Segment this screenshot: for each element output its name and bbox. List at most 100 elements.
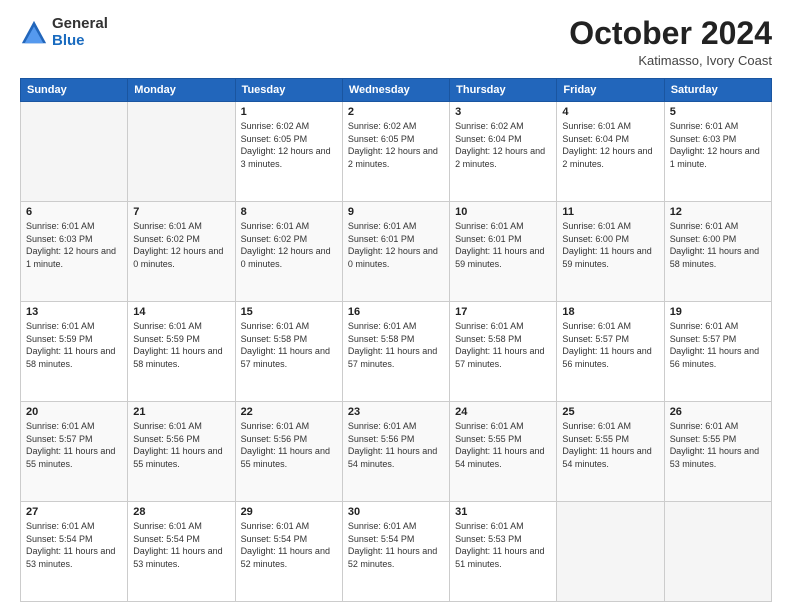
calendar-week-row: 20 Sunrise: 6:01 AM Sunset: 5:57 PM Dayli… <box>21 402 772 502</box>
day-info: Sunrise: 6:01 AM Sunset: 5:58 PM Dayligh… <box>241 320 337 370</box>
table-row: 8 Sunrise: 6:01 AM Sunset: 6:02 PM Daylig… <box>235 202 342 302</box>
day-info: Sunrise: 6:01 AM Sunset: 5:57 PM Dayligh… <box>670 320 766 370</box>
table-row: 11 Sunrise: 6:01 AM Sunset: 6:00 PM Dayli… <box>557 202 664 302</box>
location-subtitle: Katimasso, Ivory Coast <box>569 53 772 68</box>
table-row: 5 Sunrise: 6:01 AM Sunset: 6:03 PM Daylig… <box>664 102 771 202</box>
col-sunday: Sunday <box>21 79 128 102</box>
day-number: 8 <box>241 206 337 218</box>
day-number: 1 <box>241 106 337 118</box>
col-friday: Friday <box>557 79 664 102</box>
day-info: Sunrise: 6:01 AM Sunset: 5:55 PM Dayligh… <box>455 420 551 470</box>
calendar-header-row: Sunday Monday Tuesday Wednesday Thursday… <box>21 79 772 102</box>
logo-blue: Blue <box>52 33 108 50</box>
day-number: 28 <box>133 506 229 518</box>
day-number: 20 <box>26 406 122 418</box>
day-info: Sunrise: 6:01 AM Sunset: 6:02 PM Dayligh… <box>241 220 337 270</box>
logo-text: General Blue <box>52 16 108 49</box>
table-row: 12 Sunrise: 6:01 AM Sunset: 6:00 PM Dayli… <box>664 202 771 302</box>
day-number: 6 <box>26 206 122 218</box>
day-info: Sunrise: 6:01 AM Sunset: 6:01 PM Dayligh… <box>455 220 551 270</box>
table-row: 25 Sunrise: 6:01 AM Sunset: 5:55 PM Dayli… <box>557 402 664 502</box>
day-number: 30 <box>348 506 444 518</box>
day-info: Sunrise: 6:01 AM Sunset: 5:54 PM Dayligh… <box>26 520 122 570</box>
day-number: 22 <box>241 406 337 418</box>
logo: General Blue <box>20 16 108 49</box>
table-row: 15 Sunrise: 6:01 AM Sunset: 5:58 PM Dayli… <box>235 302 342 402</box>
day-number: 24 <box>455 406 551 418</box>
col-saturday: Saturday <box>664 79 771 102</box>
day-info: Sunrise: 6:01 AM Sunset: 6:01 PM Dayligh… <box>348 220 444 270</box>
day-number: 12 <box>670 206 766 218</box>
col-monday: Monday <box>128 79 235 102</box>
day-info: Sunrise: 6:01 AM Sunset: 6:03 PM Dayligh… <box>26 220 122 270</box>
table-row: 14 Sunrise: 6:01 AM Sunset: 5:59 PM Dayli… <box>128 302 235 402</box>
day-number: 23 <box>348 406 444 418</box>
day-number: 31 <box>455 506 551 518</box>
day-number: 3 <box>455 106 551 118</box>
table-row: 13Sunrise: 6:01 AM Sunset: 5:59 PM Dayli… <box>21 302 128 402</box>
table-row: 20 Sunrise: 6:01 AM Sunset: 5:57 PM Dayli… <box>21 402 128 502</box>
day-number: 19 <box>670 306 766 318</box>
calendar-table: Sunday Monday Tuesday Wednesday Thursday… <box>20 78 772 602</box>
table-row: 6 Sunrise: 6:01 AM Sunset: 6:03 PM Daylig… <box>21 202 128 302</box>
day-number: 15 <box>241 306 337 318</box>
table-row: 29 Sunrise: 6:01 AM Sunset: 5:54 PM Dayli… <box>235 502 342 602</box>
calendar-week-row: 27 Sunrise: 6:01 AM Sunset: 5:54 PM Dayli… <box>21 502 772 602</box>
table-row: 19 Sunrise: 6:01 AM Sunset: 5:57 PM Dayli… <box>664 302 771 402</box>
day-number: 9 <box>348 206 444 218</box>
month-title: October 2024 <box>569 16 772 51</box>
table-row <box>557 502 664 602</box>
day-info: Sunrise: 6:01 AM Sunset: 5:57 PM Dayligh… <box>562 320 658 370</box>
day-number: 4 <box>562 106 658 118</box>
table-row: 28Sunrise: 6:01 AM Sunset: 5:54 PM Dayli… <box>128 502 235 602</box>
table-row: 4Sunrise: 6:01 AM Sunset: 6:04 PM Daylig… <box>557 102 664 202</box>
table-row: 3 Sunrise: 6:02 AM Sunset: 6:04 PM Daylig… <box>450 102 557 202</box>
day-number: 14 <box>133 306 229 318</box>
table-row: 21Sunrise: 6:01 AM Sunset: 5:56 PM Dayli… <box>128 402 235 502</box>
day-info: Sunrise: 6:01 AM Sunset: 6:00 PM Dayligh… <box>562 220 658 270</box>
header: General Blue October 2024 Katimasso, Ivo… <box>20 16 772 68</box>
table-row: 17Sunrise: 6:01 AM Sunset: 5:58 PM Dayli… <box>450 302 557 402</box>
day-info: Sunrise: 6:01 AM Sunset: 6:03 PM Dayligh… <box>670 120 766 170</box>
day-number: 16 <box>348 306 444 318</box>
logo-general: General <box>52 16 108 33</box>
day-number: 26 <box>670 406 766 418</box>
day-info: Sunrise: 6:01 AM Sunset: 5:55 PM Dayligh… <box>562 420 658 470</box>
day-info: Sunrise: 6:01 AM Sunset: 5:55 PM Dayligh… <box>670 420 766 470</box>
table-row: 16 Sunrise: 6:01 AM Sunset: 5:58 PM Dayli… <box>342 302 449 402</box>
day-info: Sunrise: 6:01 AM Sunset: 5:54 PM Dayligh… <box>348 520 444 570</box>
day-info: Sunrise: 6:01 AM Sunset: 5:54 PM Dayligh… <box>241 520 337 570</box>
day-number: 17 <box>455 306 551 318</box>
day-info: Sunrise: 6:02 AM Sunset: 6:05 PM Dayligh… <box>348 120 444 170</box>
table-row <box>21 102 128 202</box>
day-number: 27 <box>26 506 122 518</box>
day-info: Sunrise: 6:01 AM Sunset: 5:53 PM Dayligh… <box>455 520 551 570</box>
table-row: 1 Sunrise: 6:02 AM Sunset: 6:05 PM Daylig… <box>235 102 342 202</box>
calendar-week-row: 1 Sunrise: 6:02 AM Sunset: 6:05 PM Daylig… <box>21 102 772 202</box>
day-info: Sunrise: 6:01 AM Sunset: 5:59 PM Dayligh… <box>133 320 229 370</box>
table-row: 26 Sunrise: 6:01 AM Sunset: 5:55 PM Dayli… <box>664 402 771 502</box>
day-info: Sunrise: 6:01 AM Sunset: 6:00 PM Dayligh… <box>670 220 766 270</box>
day-info: Sunrise: 6:01 AM Sunset: 5:57 PM Dayligh… <box>26 420 122 470</box>
title-block: October 2024 Katimasso, Ivory Coast <box>569 16 772 68</box>
day-number: 25 <box>562 406 658 418</box>
table-row: 31 Sunrise: 6:01 AM Sunset: 5:53 PM Dayli… <box>450 502 557 602</box>
day-number: 13 <box>26 306 122 318</box>
day-number: 29 <box>241 506 337 518</box>
day-info: Sunrise: 6:02 AM Sunset: 6:05 PM Dayligh… <box>241 120 337 170</box>
table-row: 7Sunrise: 6:01 AM Sunset: 6:02 PM Daylig… <box>128 202 235 302</box>
table-row: 23 Sunrise: 6:01 AM Sunset: 5:56 PM Dayli… <box>342 402 449 502</box>
day-info: Sunrise: 6:01 AM Sunset: 5:56 PM Dayligh… <box>133 420 229 470</box>
day-info: Sunrise: 6:01 AM Sunset: 5:58 PM Dayligh… <box>348 320 444 370</box>
day-info: Sunrise: 6:01 AM Sunset: 5:56 PM Dayligh… <box>241 420 337 470</box>
col-thursday: Thursday <box>450 79 557 102</box>
table-row: 24 Sunrise: 6:01 AM Sunset: 5:55 PM Dayli… <box>450 402 557 502</box>
day-info: Sunrise: 6:01 AM Sunset: 5:56 PM Dayligh… <box>348 420 444 470</box>
day-number: 11 <box>562 206 658 218</box>
table-row: 10Sunrise: 6:01 AM Sunset: 6:01 PM Dayli… <box>450 202 557 302</box>
day-number: 5 <box>670 106 766 118</box>
day-info: Sunrise: 6:02 AM Sunset: 6:04 PM Dayligh… <box>455 120 551 170</box>
day-number: 18 <box>562 306 658 318</box>
table-row: 27 Sunrise: 6:01 AM Sunset: 5:54 PM Dayli… <box>21 502 128 602</box>
page: General Blue October 2024 Katimasso, Ivo… <box>0 0 792 612</box>
